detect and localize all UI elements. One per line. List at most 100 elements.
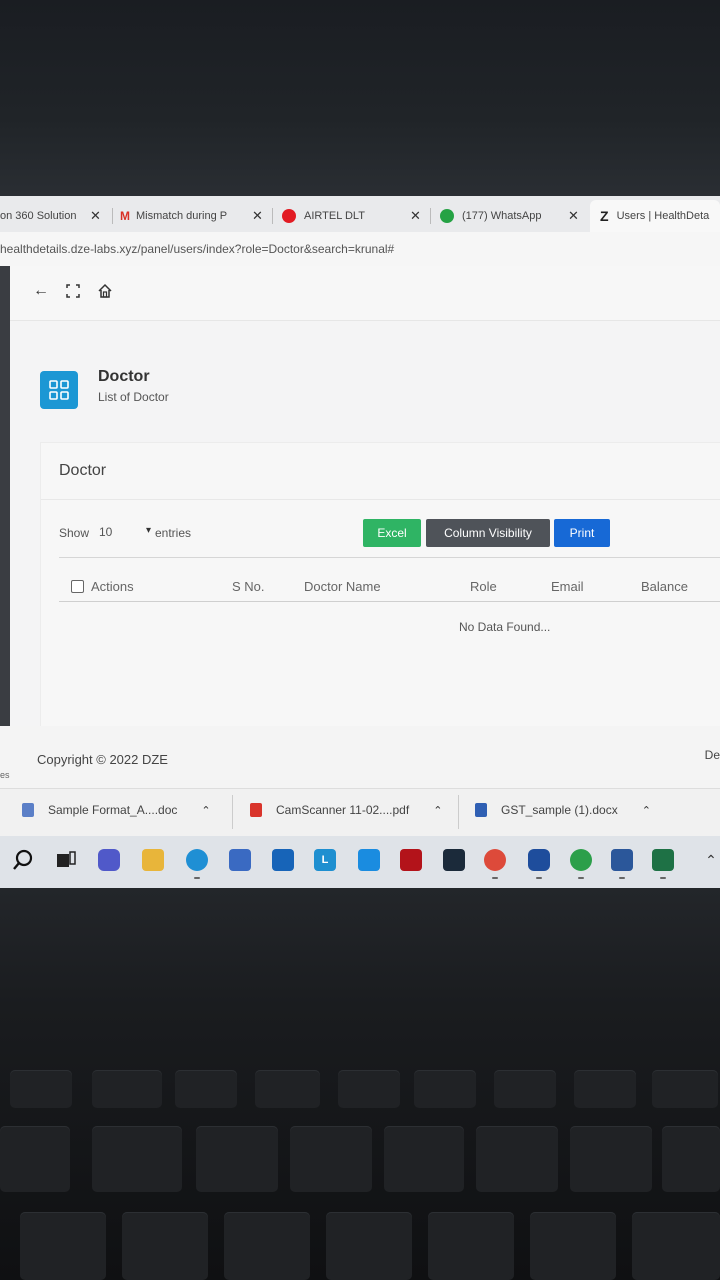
column-header-balance[interactable]: Balance: [641, 579, 688, 594]
web-page: ← Doctor List of Doctor Doctor Show 10 ▾…: [10, 266, 720, 796]
prime-video-icon[interactable]: [443, 849, 465, 871]
page-toolbar: ←: [10, 266, 720, 321]
tab-label: Users | HealthDeta: [616, 210, 710, 222]
active-indicator: [492, 877, 498, 879]
download-filename: Sample Format_A....doc: [48, 803, 178, 817]
chrome-profile-icon[interactable]: [570, 849, 592, 871]
webex-icon[interactable]: [528, 849, 550, 871]
word-icon[interactable]: [611, 849, 633, 871]
chevron-up-icon[interactable]: ⌃: [642, 804, 651, 817]
windows-taskbar: L ⌃: [0, 836, 720, 888]
fullscreen-icon[interactable]: [62, 280, 84, 302]
tab-whatsapp[interactable]: (177) WhatsApp ✕: [440, 200, 588, 232]
close-icon[interactable]: ✕: [90, 208, 101, 224]
tab-users-active[interactable]: Z Users | HealthDeta: [590, 200, 720, 232]
tab-airtel[interactable]: AIRTEL DLT ✕: [282, 200, 432, 232]
keyboard-key: [92, 1126, 182, 1192]
active-indicator: [660, 877, 666, 879]
keyboard-key: [255, 1070, 320, 1108]
browser-tab-bar: on 360 Solution ✕ M Mismatch during P ✕ …: [0, 196, 720, 232]
keyboard-key: [224, 1212, 310, 1280]
url-text: healthdetails.dze-labs.xyz/panel/users/i…: [0, 242, 395, 256]
download-item[interactable]: Sample Format_A....doc ⌃: [22, 803, 211, 817]
card-title: Doctor: [59, 462, 107, 479]
select-all-checkbox[interactable]: [71, 580, 84, 593]
page-size-select[interactable]: 10 ▾: [93, 519, 151, 545]
entries-label: entries: [155, 526, 192, 540]
file-explorer-icon[interactable]: [142, 849, 164, 871]
print-button[interactable]: Print: [554, 519, 610, 547]
store-icon[interactable]: [229, 849, 251, 871]
chevron-down-icon: ▾: [145, 525, 151, 536]
teams-chat-icon[interactable]: [98, 849, 120, 871]
show-label: Show: [59, 526, 90, 540]
active-indicator: [194, 877, 200, 879]
gmail-icon: M: [120, 209, 130, 223]
keyboard-key: [338, 1070, 400, 1108]
page-size-value: 10: [99, 525, 113, 539]
page-subtitle: List of Doctor: [98, 390, 169, 404]
keyboard-key: [10, 1070, 72, 1108]
keyboard-key: [476, 1126, 558, 1192]
word-file-icon: [475, 803, 487, 817]
tab-gmail[interactable]: M Mismatch during P ✕: [120, 200, 270, 232]
footer-right-text: De: [704, 748, 720, 762]
download-item[interactable]: GST_sample (1).docx ⌃: [475, 803, 651, 817]
divider: [232, 795, 233, 829]
column-header-sno[interactable]: S No.: [232, 579, 265, 594]
column-header-doctor-name[interactable]: Doctor Name: [304, 579, 381, 594]
tab-solution[interactable]: on 360 Solution ✕: [0, 200, 110, 232]
keyboard-key: [574, 1070, 636, 1108]
tab-separator: [272, 208, 273, 224]
keyboard-key: [662, 1126, 720, 1192]
search-icon[interactable]: [12, 849, 34, 871]
excel-icon[interactable]: [652, 849, 674, 871]
word-file-icon: [22, 803, 34, 817]
address-bar[interactable]: healthdetails.dze-labs.xyz/panel/users/i…: [0, 232, 720, 267]
whatsapp-icon: [440, 209, 454, 223]
close-icon[interactable]: ✕: [568, 208, 579, 224]
table-top-border: [59, 557, 720, 558]
column-header-role[interactable]: Role: [470, 579, 497, 594]
mail-icon[interactable]: [272, 849, 294, 871]
keyboard-key: [326, 1212, 412, 1280]
close-icon[interactable]: ✕: [410, 208, 421, 224]
chevron-up-icon[interactable]: ⌃: [201, 804, 210, 817]
grid-icon: [40, 371, 78, 409]
empty-table-message: No Data Found...: [459, 620, 551, 634]
keyboard-key: [175, 1070, 237, 1108]
download-filename: GST_sample (1).docx: [501, 803, 618, 817]
app-blue-icon[interactable]: [358, 849, 380, 871]
chrome-icon[interactable]: [484, 849, 506, 871]
excel-button[interactable]: Excel: [363, 519, 421, 547]
screen: on 360 Solution ✕ M Mismatch during P ✕ …: [0, 196, 720, 888]
monitor-top-bezel: [0, 0, 720, 196]
home-icon[interactable]: [94, 280, 116, 302]
chevron-up-icon[interactable]: ⌃: [700, 849, 720, 871]
footer-left-text: es: [0, 770, 10, 780]
keyboard-key: [92, 1070, 162, 1108]
tab-separator: [112, 208, 113, 224]
download-item[interactable]: CamScanner 11-02....pdf ⌃: [250, 803, 442, 817]
download-filename: CamScanner 11-02....pdf: [276, 803, 410, 817]
app-l-icon[interactable]: L: [314, 849, 336, 871]
keyboard-key: [570, 1126, 652, 1192]
keyboard-key: [0, 1126, 70, 1192]
edge-icon[interactable]: [186, 849, 208, 871]
keyboard-key: [20, 1212, 106, 1280]
tab-separator: [430, 208, 431, 224]
tab-label: (177) WhatsApp: [462, 210, 542, 222]
tab-label: AIRTEL DLT: [304, 210, 365, 222]
column-header-actions[interactable]: Actions: [91, 579, 134, 594]
keyboard-key: [494, 1070, 556, 1108]
back-arrow-icon[interactable]: ←: [30, 280, 52, 302]
active-indicator: [619, 877, 625, 879]
netflix-icon[interactable]: [400, 849, 422, 871]
chevron-up-icon[interactable]: ⌃: [433, 804, 442, 817]
column-visibility-button[interactable]: Column Visibility: [426, 519, 550, 547]
keyboard-key: [652, 1070, 718, 1108]
close-icon[interactable]: ✕: [252, 208, 263, 224]
column-header-email[interactable]: Email: [551, 579, 584, 594]
keyboard-key: [196, 1126, 278, 1192]
task-view-icon[interactable]: [55, 849, 77, 871]
